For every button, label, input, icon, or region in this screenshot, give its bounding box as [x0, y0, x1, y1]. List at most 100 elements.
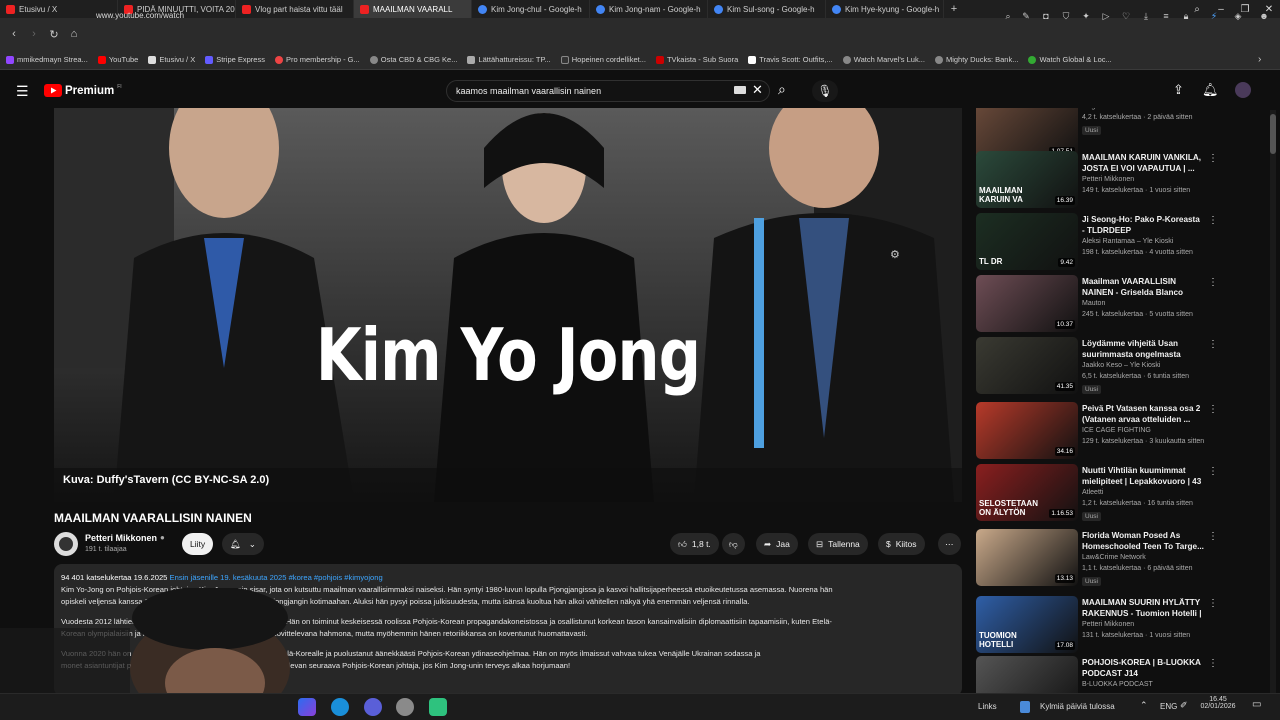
bookmark-10[interactable]: Watch Marvel's Luk...: [842, 55, 925, 64]
recommendation-title[interactable]: Florida Woman Posed As Homeschooled Teen…: [1082, 530, 1204, 552]
more-options-icon[interactable]: ⋮: [1208, 277, 1218, 288]
bookmark-0[interactable]: mmikedmayn Strea...: [6, 55, 88, 64]
recommendation-card[interactable]: 13.13 Florida Woman Posed As Homeschooled…: [976, 529, 1266, 589]
recommendation-channel[interactable]: Law&Crime Network: [1082, 554, 1252, 561]
recommendation-card[interactable]: TL DR 9.42 Ji Seong-Ho: Pako P-Koreasta - …: [976, 213, 1266, 273]
bookmark-9[interactable]: Travis Scott: Outfits,...: [748, 55, 833, 64]
share-button[interactable]: ➦ Jaa: [756, 533, 798, 555]
recommendation-thumbnail[interactable]: MAAILMAN KARUIN VA 16.39: [976, 151, 1078, 208]
bookmark-7[interactable]: Hopeinen cordelliket...: [560, 55, 646, 64]
recommendation-thumbnail[interactable]: SELOSTETAAN ON ÄLYTÖN 1.16.53: [976, 464, 1078, 521]
description-tags[interactable]: Ensin jäsenille 19. kesäkuuta 2025 #kore…: [170, 573, 383, 582]
recommendation-channel[interactable]: Petteri Mikkonen: [1082, 176, 1252, 183]
tray-chevron-icon[interactable]: ⌃: [1140, 700, 1148, 711]
bookmark-2[interactable]: Etusivu / X: [148, 55, 195, 64]
channel-name[interactable]: Petteri Mikkonen: [85, 533, 157, 543]
dislike-button[interactable]: 👎︎: [722, 533, 745, 555]
recommendation-channel[interactable]: Atleetti: [1082, 489, 1252, 496]
recommendation-channel[interactable]: Petteri Mikkonen: [1082, 621, 1252, 628]
download-icon[interactable]: ⤓: [1140, 10, 1152, 22]
recommendation-thumbnail[interactable]: 10.37: [976, 275, 1078, 332]
sidebar-scrollbar[interactable]: [1270, 110, 1276, 695]
recommendation-title[interactable]: Löydämme vihjeitä Usan suurimmasta ongel…: [1082, 338, 1204, 360]
vpn-icon[interactable]: ⚡︎: [1208, 10, 1220, 22]
recommendation-channel[interactable]: Aleksi Rantamaa – Yle Kioski: [1082, 238, 1252, 245]
notifications-bell-icon[interactable]: 🔔︎: [1202, 82, 1219, 98]
search-input[interactable]: kaamos maailman vaarallisin nainen: [446, 80, 770, 102]
recommendation-channel[interactable]: Jaakko Keso – Yle Kioski: [1082, 362, 1252, 369]
recommendation-thumbnail[interactable]: 34.16: [976, 402, 1078, 459]
recommendation-card[interactable]: 34.16 Peivä Pt Vatasen kanssa osa 2 (Vata…: [976, 402, 1266, 462]
recommendation-channel[interactable]: Gogi – Yle Kioski: [1082, 108, 1252, 110]
recommendation-card[interactable]: 10.37 Maailman VAARALLISIN NAINEN - Grise…: [976, 275, 1266, 335]
more-options-icon[interactable]: ⋮: [1208, 531, 1218, 542]
edit-icon[interactable]: ✎: [1020, 10, 1032, 22]
recommendation-channel[interactable]: ICE CAGE FIGHTING: [1082, 427, 1252, 434]
recommendation-thumbnail[interactable]: 41.35: [976, 337, 1078, 394]
camera-icon[interactable]: ◘: [1040, 10, 1052, 22]
more-options-icon[interactable]: ⋮: [1208, 598, 1218, 609]
video-settings-icon[interactable]: ⚙︎: [890, 248, 900, 261]
like-button[interactable]: 👍︎ 1,8 t.: [670, 533, 719, 555]
heart-icon[interactable]: ♡: [1120, 10, 1132, 22]
play-icon[interactable]: ▷: [1100, 10, 1112, 22]
save-button[interactable]: ⊟ Tallenna: [808, 533, 868, 555]
recommendation-card[interactable]: POHJOIS-KOREA | B-LUOKKA PODCAST J14 ⋮ B-L…: [976, 656, 1266, 693]
recommendation-card[interactable]: TUOMION HOTELLI 17.08 MAAILMAN SUURIN HYLÄ…: [976, 596, 1266, 656]
discord-icon[interactable]: [364, 698, 382, 716]
app-icon-files[interactable]: [298, 698, 316, 716]
join-button[interactable]: Liity: [182, 533, 214, 555]
more-options-icon[interactable]: ⋮: [1208, 215, 1218, 226]
recommendation-title[interactable]: Ji Seong-Ho: Pako P-Koreasta - TLDRDEEP: [1082, 214, 1204, 236]
app-icon-generic[interactable]: [396, 698, 414, 716]
thanks-button[interactable]: $ Kiitos: [878, 533, 925, 555]
reload-icon[interactable]: ↻: [44, 28, 64, 41]
lock-icon[interactable]: 🔒︎: [1180, 10, 1192, 22]
subscribed-button[interactable]: 🔔︎ ⌄: [222, 533, 264, 555]
clear-search-icon[interactable]: ✕: [752, 82, 763, 98]
more-options-icon[interactable]: ⋮: [1208, 466, 1218, 477]
more-options-icon[interactable]: ⋮: [1208, 658, 1218, 669]
bookmark-3[interactable]: Stripe Express: [205, 55, 265, 64]
menu-icon[interactable]: ≡: [1160, 10, 1172, 22]
search-icon[interactable]: ⌕: [778, 81, 786, 98]
more-options-icon[interactable]: ⋮: [1208, 153, 1218, 164]
recommendation-thumbnail[interactable]: 13.13: [976, 529, 1078, 586]
recommendation-card[interactable]: 41.35 Löydämme vihjeitä Usan suurimmasta …: [976, 337, 1266, 397]
recommendation-thumbnail[interactable]: [976, 656, 1078, 693]
more-options-icon[interactable]: ⋮: [1208, 339, 1218, 350]
scrollbar-thumb[interactable]: [1270, 114, 1276, 154]
recommendation-title[interactable]: Peivä Pt Vatasen kanssa osa 2 (Vatanen a…: [1082, 403, 1204, 425]
shield-icon[interactable]: ⛉: [1060, 10, 1072, 22]
voice-search-icon[interactable]: 🎙︎: [812, 80, 838, 102]
recommendation-title[interactable]: MAAILMAN SUURIN HYLÄTTY RAKENNUS - Tuomi…: [1082, 597, 1204, 619]
clock[interactable]: 16.45 02/01/2026: [1200, 696, 1236, 710]
youtube-logo[interactable]: Premium FI: [44, 84, 122, 97]
recommendation-title[interactable]: Maailman VAARALLISIN NAINEN - Griselda B…: [1082, 276, 1204, 298]
recommendation-card[interactable]: MAAILMAN KARUIN VA 16.39 MAAILMAN KARUIN V…: [976, 151, 1266, 211]
back-icon[interactable]: ‹: [4, 28, 24, 40]
profile-icon[interactable]: ☻: [1258, 10, 1270, 22]
weather-text[interactable]: Kylmiä päiviä tulossa: [1040, 702, 1115, 711]
extension-icon[interactable]: ✦: [1080, 10, 1092, 22]
forward-icon[interactable]: ›: [24, 28, 44, 40]
cube-icon[interactable]: ◈: [1232, 10, 1244, 22]
create-icon[interactable]: ⇪: [1173, 82, 1184, 98]
recommendation-title[interactable]: MAAILMAN KARUIN VANKILA, JOSTA EI VOI VA…: [1082, 152, 1204, 174]
bookmark-8[interactable]: TVkaista - Sub Suora: [655, 55, 738, 64]
more-options-icon[interactable]: ⋮: [1208, 404, 1218, 415]
bookmarks-overflow-icon[interactable]: ›: [1258, 54, 1261, 65]
avatar[interactable]: [1235, 82, 1251, 98]
video-player[interactable]: Kim Yo Jong Kuva: Duffy'sTavern (CC BY-N…: [54, 108, 962, 502]
recommendation-title[interactable]: POHJOIS-KOREA | B-LUOKKA PODCAST J14: [1082, 657, 1204, 679]
bookmark-6[interactable]: Lättähattureissu: TP...: [467, 55, 551, 64]
notification-center-icon[interactable]: ▭: [1252, 699, 1261, 710]
recommendation-channel[interactable]: Mauton: [1082, 300, 1252, 307]
recommendation-card[interactable]: SELOSTETAAN ON ÄLYTÖN 1.16.53 Nuutti Vihti…: [976, 464, 1266, 524]
recommendation-channel[interactable]: B-LUOKKA PODCAST: [1082, 681, 1252, 688]
bookmark-5[interactable]: Osta CBD & CBG Ke...: [369, 55, 457, 64]
weather-icon[interactable]: [1020, 701, 1030, 713]
channel-avatar[interactable]: [54, 532, 78, 556]
hamburger-menu-icon[interactable]: ☰: [16, 83, 29, 100]
home-icon[interactable]: ⌂: [64, 28, 84, 40]
